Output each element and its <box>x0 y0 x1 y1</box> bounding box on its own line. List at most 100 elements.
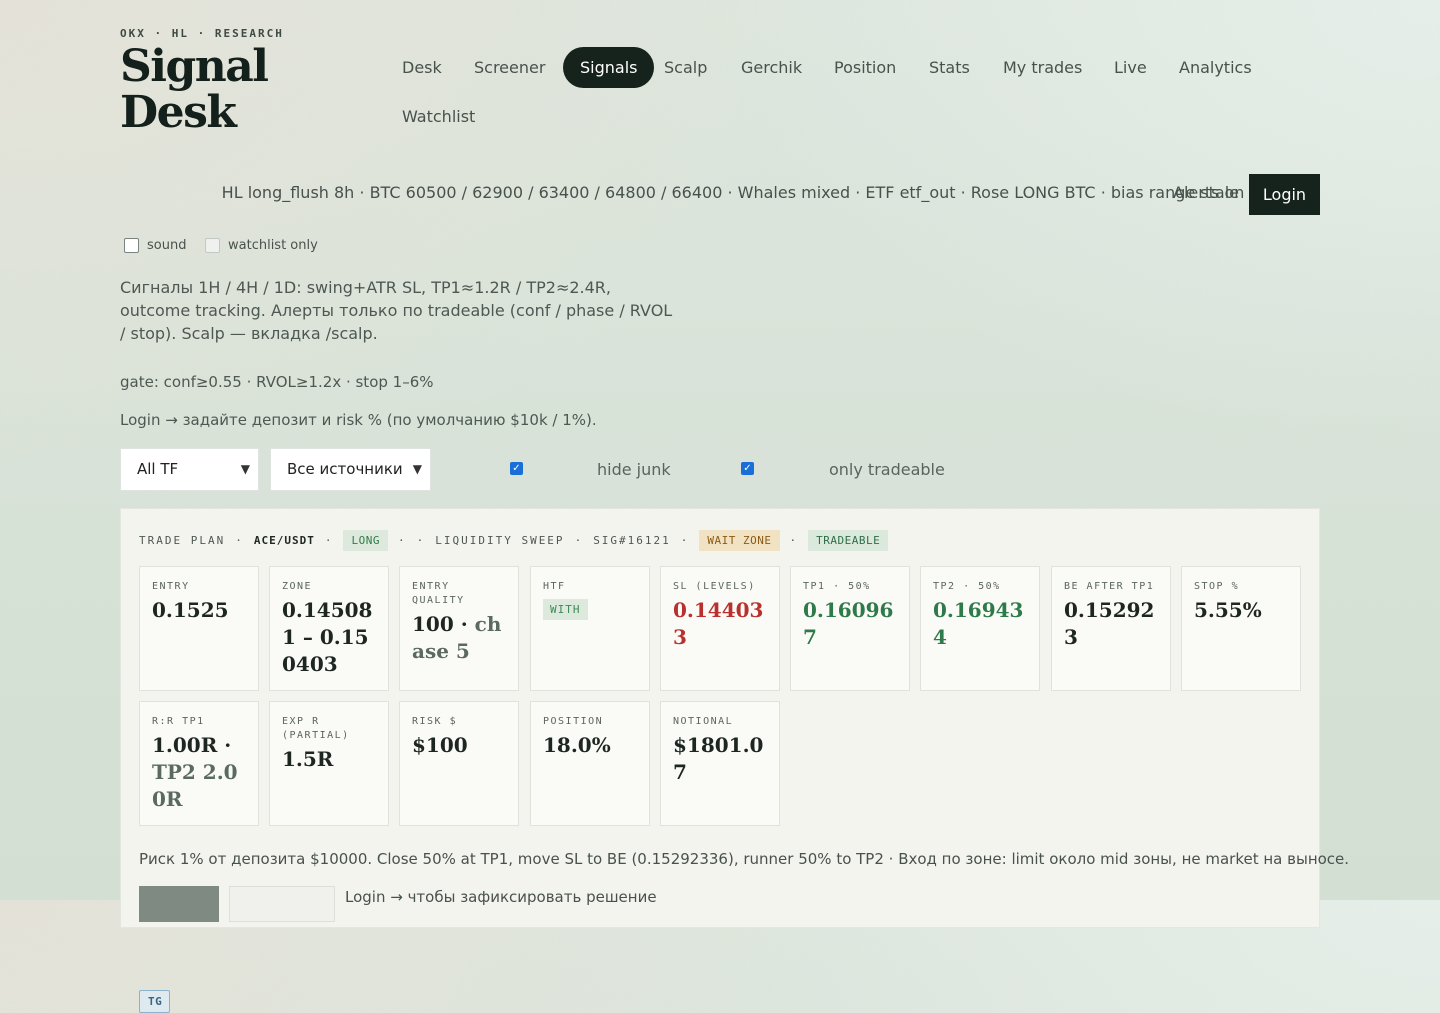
rr-tp1: 1.00R · <box>152 733 232 757</box>
separator: · <box>789 533 799 547</box>
only-tradeable-label: only tradeable <box>829 460 945 479</box>
cell-label: TP2 · 50% <box>933 581 1001 592</box>
nav-position[interactable]: Position <box>817 47 913 88</box>
trade-plan-card: TRADE PLAN · ACE/USDT · LONG · TG · LIQU… <box>120 508 1349 1013</box>
sound-label: sound <box>147 238 187 253</box>
separator: · <box>235 533 244 547</box>
tg-badge: TG <box>139 990 170 1013</box>
cell-entry: ENTRY 0.1525 <box>139 566 259 691</box>
cell-label: ENTRY QUALITY <box>412 581 465 606</box>
tf-select[interactable]: All TF ▼ <box>120 448 259 491</box>
login-hint: Login → задайте депозит и risk % (по умо… <box>120 411 597 429</box>
cell-rr: R:R TP1 1.00R · TP2 2.00R <box>139 701 259 826</box>
cell-value: 0.1525 <box>152 598 229 622</box>
cell-value: 0.152923 <box>1064 598 1155 649</box>
cell-value: 0.144033 <box>673 598 764 649</box>
sound-checkbox[interactable] <box>124 238 139 253</box>
hide-junk-label: hide junk <box>597 460 671 479</box>
chevron-down-icon: ▼ <box>412 462 422 476</box>
cell-label: R:R TP1 <box>152 716 205 727</box>
source-select-value: Все источники <box>287 460 403 478</box>
separator: · <box>397 533 407 547</box>
quality-score: 100 · <box>412 612 468 636</box>
nav-signals[interactable]: Signals <box>563 47 655 88</box>
cell-label: TP1 · 50% <box>803 581 871 592</box>
cell-label: NOTIONAL <box>673 716 734 727</box>
pair-label: ACE/USDT <box>253 533 315 547</box>
trade-plan-label: TRADE PLAN <box>139 533 226 547</box>
cell-label: ZONE <box>282 581 313 592</box>
brand-kicker: OKX · HL · RESEARCH <box>120 27 284 40</box>
cell-stop-pct: STOP % 5.55% <box>1181 566 1301 691</box>
tradeable-badge: TRADEABLE <box>808 529 889 551</box>
cell-htf: HTF WITH <box>530 566 650 691</box>
gate-info: gate: conf≥0.55 · RVOL≥1.2x · stop 1–6% <box>120 373 434 391</box>
cell-be-after-tp1: BE AFTER TP1 0.152923 <box>1051 566 1171 691</box>
cell-value: 18.0% <box>543 733 611 757</box>
cell-value: 0.169434 <box>933 598 1024 649</box>
source-select[interactable]: Все источники ▼ <box>270 448 431 491</box>
cell-risk: RISK $ $100 <box>399 701 519 826</box>
separator: · <box>416 533 426 547</box>
separator: · <box>574 533 584 547</box>
skip-button[interactable] <box>229 886 335 922</box>
take-button[interactable] <box>139 886 219 922</box>
login-button[interactable]: Login <box>1249 174 1320 215</box>
nav-my-trades[interactable]: My trades <box>986 47 1099 88</box>
alerts-status[interactable]: Alerts on <box>1173 183 1244 202</box>
market-status: HL long_flush 8h · BTC 60500 / 62900 / 6… <box>221 183 1239 202</box>
setup-label: LIQUIDITY SWEEP <box>435 533 565 547</box>
cell-tp1: TP1 · 50% 0.160967 <box>790 566 910 691</box>
cell-entry-quality: ENTRY QUALITY 100 · chase 5 <box>399 566 519 691</box>
cell-value: 0.160967 <box>803 598 894 649</box>
side-badge: LONG <box>343 529 388 551</box>
nav-gerchik[interactable]: Gerchik <box>724 47 819 88</box>
cell-value: 1.5R <box>282 747 334 771</box>
separator: · <box>680 533 690 547</box>
cell-value: $100 <box>412 733 468 757</box>
nav-stats[interactable]: Stats <box>912 47 987 88</box>
risk-summary: Риск 1% от депозита $10000. Close 50% at… <box>139 850 1350 868</box>
cell-label: POSITION <box>543 716 604 727</box>
cell-exp-r: EXP R (PARTIAL) 1.5R <box>269 701 389 826</box>
brand-title: Signal Desk <box>120 41 269 138</box>
watchlist-only-checkbox[interactable] <box>205 238 220 253</box>
watchlist-only-option[interactable]: watchlist only <box>205 238 318 253</box>
cell-zone: ZONE 0.145081 – 0.150403 <box>269 566 389 691</box>
cell-value: $1801.07 <box>673 733 764 784</box>
chevron-down-icon: ▼ <box>240 462 250 476</box>
nav-live[interactable]: Live <box>1097 47 1164 88</box>
cell-label: BE AFTER TP1 <box>1064 581 1155 592</box>
tf-select-value: All TF <box>137 460 179 478</box>
separator: · <box>324 533 334 547</box>
cell-label: EXP R (PARTIAL) <box>282 716 350 741</box>
nav-watchlist[interactable]: Watchlist <box>385 96 492 137</box>
cell-value: 100 · chase 5 <box>412 611 506 665</box>
cell-sl: SL (LEVELS) 0.144033 <box>660 566 780 691</box>
signals-description: Сигналы 1H / 4H / 1D: swing+ATR SL, TP1≈… <box>120 278 673 343</box>
rr-tp2: TP2 2.00R <box>152 760 238 811</box>
cell-label: STOP % <box>1194 581 1240 592</box>
cell-label: ENTRY <box>152 581 190 592</box>
cell-value: 0.145081 – 0.150403 <box>282 598 373 676</box>
cell-tp2: TP2 · 50% 0.169434 <box>920 566 1040 691</box>
sound-option[interactable]: sound <box>124 238 186 253</box>
cell-label: RISK $ <box>412 716 458 727</box>
nav-analytics[interactable]: Analytics <box>1162 47 1269 88</box>
zone-status-badge: WAIT ZONE <box>699 529 780 551</box>
htf-badge: WITH <box>543 599 588 620</box>
cell-notional: NOTIONAL $1801.07 <box>660 701 780 826</box>
nav-desk[interactable]: Desk <box>385 47 459 88</box>
cell-value: 5.55% <box>1194 598 1262 622</box>
hide-junk-checkbox[interactable]: ✓ <box>510 462 523 475</box>
cell-position: POSITION 18.0% <box>530 701 650 826</box>
watchlist-only-label: watchlist only <box>228 238 318 253</box>
signal-id: SIG#16121 <box>593 533 671 547</box>
cell-label: HTF <box>543 581 566 592</box>
nav-scalp[interactable]: Scalp <box>647 47 724 88</box>
only-tradeable-checkbox[interactable]: ✓ <box>741 462 754 475</box>
cell-value: 1.00R · TP2 2.00R <box>152 732 246 813</box>
decision-login-hint: Login → чтобы зафиксировать решение <box>345 888 657 906</box>
trade-plan-header: TRADE PLAN · ACE/USDT · LONG · TG · LIQU… <box>139 528 889 1013</box>
nav-screener[interactable]: Screener <box>457 47 562 88</box>
